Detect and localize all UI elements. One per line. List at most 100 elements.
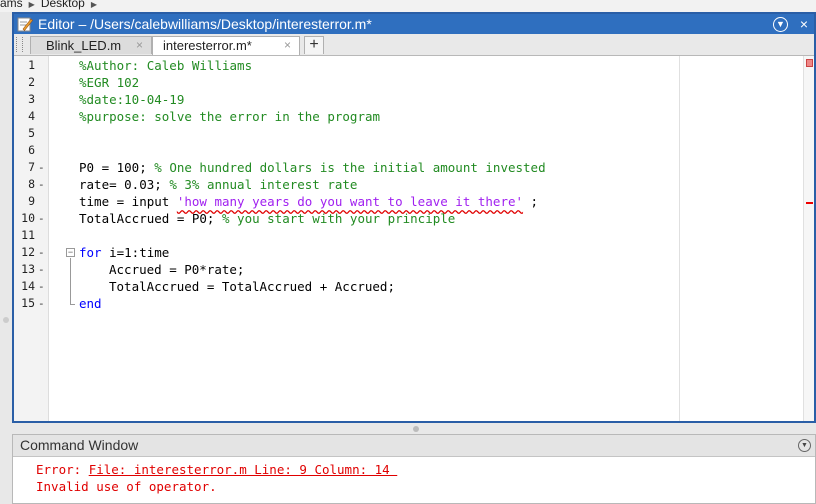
code-text: P0 = 100; % One hundred dollars is the i…: [79, 159, 546, 176]
code-line: 7- P0 = 100; % One hundred dollars is the…: [28, 159, 814, 176]
command-window-title: Command Window: [20, 437, 139, 453]
chevron-right-icon[interactable]: ▶: [91, 1, 97, 9]
command-window-titlebar: Command Window ▼: [13, 435, 815, 457]
window-title: Editor – /Users/calebwilliams/Desktop/in…: [38, 16, 372, 32]
line-number: 7: [28, 160, 35, 174]
left-panel-strip: [0, 12, 12, 423]
splitter[interactable]: [0, 423, 816, 434]
error-message: Invalid use of operator.: [36, 479, 217, 494]
code-line: 6: [28, 142, 814, 159]
line-number: 1: [28, 58, 35, 72]
line-number: 9: [28, 194, 35, 208]
code-text: rate= 0.03; % 3% annual interest rate: [79, 176, 357, 193]
fold-guide-end: [70, 304, 75, 305]
chevron-down-icon[interactable]: ▼: [773, 17, 788, 32]
keyword: end: [79, 296, 102, 311]
comment-text: % One hundred dollars is the initial amo…: [154, 160, 546, 175]
line-number: 13: [21, 262, 35, 276]
code-line: 10- TotalAccrued = P0; % you start with y…: [21, 210, 814, 227]
tab-bar: Blink_LED.m × interesterror.m* × +: [14, 34, 814, 56]
breakpoint-dash[interactable]: -: [38, 244, 45, 261]
code-line: 11: [21, 227, 814, 244]
chevron-down-icon[interactable]: ▼: [798, 439, 811, 452]
code-line: 4 %purpose: solve the error in the progra…: [28, 108, 814, 125]
splitter-handle-icon[interactable]: [413, 426, 419, 432]
breadcrumb: ams ▶ Desktop ▶: [0, 0, 816, 12]
breakpoint-dash[interactable]: -: [38, 295, 45, 312]
error-indicator-icon[interactable]: [806, 59, 813, 67]
close-tab-icon[interactable]: ×: [284, 37, 291, 54]
keyword: for: [79, 245, 102, 260]
code-line: 2 %EGR 102: [28, 74, 814, 91]
line-number: 12: [21, 245, 35, 259]
line-number: 8: [28, 177, 35, 191]
editor-icon: [17, 17, 33, 32]
drag-grip[interactable]: [16, 37, 23, 52]
comment-text: %Author: Caleb Williams: [79, 58, 253, 73]
right-margin-line: [679, 56, 680, 421]
code-line: 3 %date:10-04-19: [28, 91, 814, 108]
string-literal: 'how many years do you want to leave it …: [176, 194, 524, 209]
editor-titlebar: Editor – /Users/calebwilliams/Desktop/in…: [14, 14, 814, 34]
code-line: 12- − for i=1:time: [21, 244, 814, 261]
breakpoint-dash[interactable]: -: [38, 176, 45, 193]
editor-window: Editor – /Users/calebwilliams/Desktop/in…: [12, 12, 816, 423]
command-window: Command Window ▼ Error: File: interester…: [12, 434, 816, 504]
line-number: 11: [21, 228, 35, 242]
close-window-button[interactable]: ×: [800, 15, 808, 33]
code-text: for i=1:time: [79, 244, 169, 261]
comment-text: % 3% annual interest rate: [169, 177, 358, 192]
code-statement: P0 = 100;: [79, 160, 155, 175]
comment-text: % you start with your principle: [222, 211, 456, 226]
code-text: time = input 'how many years do you want…: [79, 193, 538, 210]
line-number: 5: [28, 126, 35, 140]
error-prefix: Error:: [36, 462, 89, 477]
breadcrumb-item[interactable]: ams: [0, 0, 23, 9]
add-tab-button[interactable]: +: [304, 36, 324, 54]
code-line: 13- Accrued = P0*rate;: [21, 261, 814, 278]
comment-text: %purpose: solve the error in the program: [79, 109, 381, 124]
code-line: 9 time = input 'how many years do you wan…: [28, 193, 814, 210]
breakpoint-dash[interactable]: -: [38, 278, 45, 295]
code-statement: i=1:time: [101, 245, 170, 260]
fold-collapse-icon[interactable]: −: [66, 248, 75, 257]
code-line: 1 %Author: Caleb Williams: [28, 57, 814, 74]
comment-text: %date:10-04-19: [79, 92, 185, 107]
code-line: 14- TotalAccrued = TotalAccrued + Accrued…: [21, 278, 814, 295]
error-file-link[interactable]: File: interesterror.m Line: 9 Column: 14: [89, 462, 398, 477]
vertical-scrollbar[interactable]: [803, 56, 814, 421]
code-tail: ;: [523, 194, 539, 209]
error-marker[interactable]: [806, 202, 813, 204]
line-number: 6: [28, 143, 35, 157]
close-tab-icon[interactable]: ×: [136, 37, 143, 54]
tab-label: Blink_LED.m: [46, 38, 122, 53]
code-statement: time = input: [79, 194, 177, 209]
line-number: 2: [28, 75, 35, 89]
line-number: 14: [21, 279, 35, 293]
line-number: 15: [21, 296, 35, 310]
tab-interesterror[interactable]: interesterror.m* ×: [152, 36, 300, 55]
line-number: 10: [21, 211, 35, 225]
code-line: 15- end: [21, 295, 814, 312]
comment-text: %EGR 102: [79, 75, 140, 90]
code-line: 8- rate= 0.03; % 3% annual interest rate: [28, 176, 814, 193]
code-statement: TotalAccrued = TotalAccrued + Accrued;: [109, 279, 395, 294]
code-editor[interactable]: 1 %Author: Caleb Williams 2 %EGR 102 3 %dat…: [21, 56, 814, 421]
code-statement: rate= 0.03;: [79, 177, 170, 192]
tab-blink-led[interactable]: Blink_LED.m ×: [30, 36, 152, 54]
breakpoint-dash[interactable]: -: [38, 210, 45, 227]
code-statement: Accrued = P0*rate;: [109, 262, 245, 277]
code-text: TotalAccrued = P0; % you start with your…: [79, 210, 455, 227]
line-number: 4: [28, 109, 35, 123]
breadcrumb-item[interactable]: Desktop: [41, 0, 85, 9]
line-number: 3: [28, 92, 35, 106]
tab-label: interesterror.m*: [163, 38, 252, 53]
chevron-right-icon: ▶: [28, 0, 35, 9]
breakpoint-dash[interactable]: -: [38, 159, 45, 176]
code-statement: TotalAccrued = P0;: [79, 211, 222, 226]
breakpoint-dash[interactable]: -: [38, 261, 45, 278]
code-line: 5: [28, 125, 814, 142]
fold-guide: [70, 258, 71, 304]
resize-handle[interactable]: [3, 317, 9, 323]
error-line: Error: File: interesterror.m Line: 9 Col…: [36, 461, 397, 478]
